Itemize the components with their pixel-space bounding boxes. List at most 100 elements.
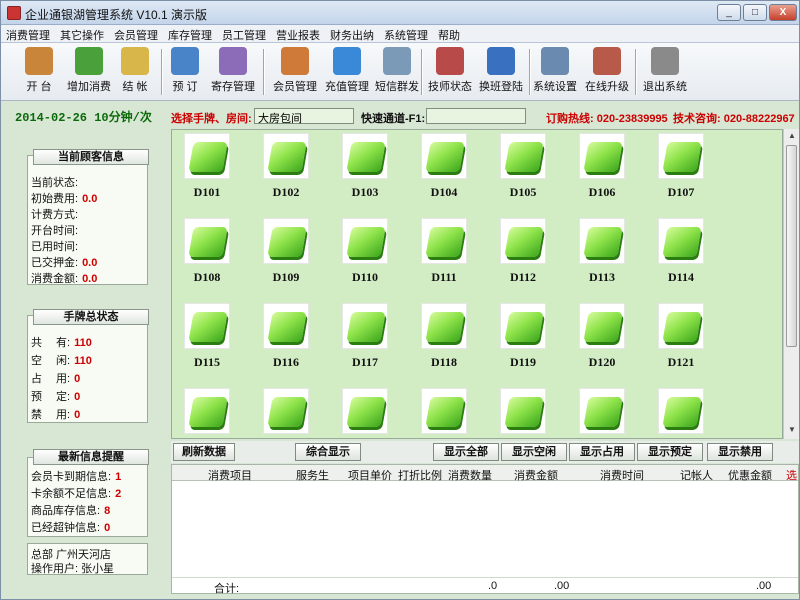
status-row-item: 共 有: 110 xyxy=(31,337,92,349)
toolbar-separator xyxy=(421,49,423,95)
room-icon xyxy=(421,388,467,434)
reminder-row[interactable]: 会员卡到期信息: 1 xyxy=(31,468,121,484)
room-tile[interactable]: D115 xyxy=(182,303,232,370)
scroll-thumb[interactable] xyxy=(786,145,797,347)
minimize-button[interactable]: _ xyxy=(717,4,741,21)
room-tile[interactable] xyxy=(577,388,627,438)
room-tile[interactable]: D108 xyxy=(182,218,232,285)
col-time[interactable]: 消费时间 xyxy=(600,467,644,483)
room-icon xyxy=(500,388,546,434)
menu-reports[interactable]: 营业报表 xyxy=(271,25,325,45)
room-tile[interactable]: D116 xyxy=(261,303,311,370)
room-tile[interactable]: D114 xyxy=(656,218,706,285)
room-tile[interactable]: D118 xyxy=(419,303,469,370)
room-tile[interactable]: D102 xyxy=(261,133,311,200)
show-reserved-button[interactable]: 显示预定 xyxy=(637,443,703,461)
room-tile[interactable]: D111 xyxy=(419,218,469,285)
room-label: D113 xyxy=(588,270,615,284)
col-unit-price[interactable]: 项目单价 xyxy=(348,467,392,483)
menu-help[interactable]: 帮助 xyxy=(433,25,465,45)
checkout-button[interactable]: 结 帐 xyxy=(113,47,157,97)
room-tile[interactable]: D109 xyxy=(261,218,311,285)
room-tile[interactable]: D107 xyxy=(656,133,706,200)
exit-system-button[interactable]: 退出系统 xyxy=(641,47,689,97)
room-icon xyxy=(421,133,467,179)
technician-status-button[interactable]: 技师状态 xyxy=(425,47,475,97)
room-tile[interactable] xyxy=(656,388,706,438)
col-select[interactable]: 选 xyxy=(786,467,797,483)
room-tile[interactable] xyxy=(340,388,390,438)
room-icon xyxy=(658,303,704,349)
menu-finance[interactable]: 财务出纳 xyxy=(325,25,379,45)
menu-consumption[interactable]: 消费管理 xyxy=(1,25,55,45)
menu-other[interactable]: 其它操作 xyxy=(55,25,109,45)
room-tile[interactable]: D121 xyxy=(656,303,706,370)
room-gem-icon xyxy=(583,397,623,427)
shift-login-button[interactable]: 换班登陆 xyxy=(475,47,527,97)
recharge-button[interactable]: 充值管理 xyxy=(319,47,375,97)
menu-system[interactable]: 系统管理 xyxy=(379,25,433,45)
col-discount[interactable]: 打折比例 xyxy=(398,467,442,483)
store-info-box: 总部 广州天河店 操作用户: 张小星 xyxy=(27,543,148,575)
refresh-data-button[interactable]: 刷新数据 xyxy=(173,443,235,461)
sms-broadcast-button[interactable]: 短信群发 xyxy=(371,47,423,97)
room-tile[interactable] xyxy=(419,388,469,438)
handcard-status-box: 共 有: 110 空 闲: 110 占 用: 0 预 定: 0 禁 用: 0 xyxy=(27,315,148,423)
scroll-down-icon[interactable]: ▼ xyxy=(787,425,797,435)
room-label: D106 xyxy=(588,185,616,199)
close-button[interactable]: X xyxy=(769,4,797,21)
scroll-up-icon[interactable]: ▲ xyxy=(787,131,797,141)
show-used-button[interactable]: 显示占用 xyxy=(569,443,635,461)
menu-members[interactable]: 会员管理 xyxy=(109,25,163,45)
online-upgrade-button[interactable]: 在线升级 xyxy=(583,47,631,97)
col-item[interactable]: 消费项目 xyxy=(208,467,252,483)
room-select-field[interactable]: 大房包间 xyxy=(254,108,354,125)
room-tile[interactable] xyxy=(261,388,311,438)
room-tile[interactable]: D112 xyxy=(498,218,548,285)
room-tile[interactable]: D117 xyxy=(340,303,390,370)
room-tile[interactable]: D103 xyxy=(340,133,390,200)
col-quantity[interactable]: 消费数量 xyxy=(448,467,492,483)
add-consumption-button[interactable]: 增加消费 xyxy=(65,47,113,97)
reminder-row[interactable]: 商品库存信息: 8 xyxy=(31,502,110,518)
show-all-button[interactable]: 显示全部 xyxy=(433,443,499,461)
room-tile[interactable]: D105 xyxy=(498,133,548,200)
open-table-button[interactable]: 开 台 xyxy=(15,47,63,97)
room-icon xyxy=(658,133,704,179)
room-tile[interactable]: D110 xyxy=(340,218,390,285)
show-free-button[interactable]: 显示空闲 xyxy=(501,443,567,461)
book-icon xyxy=(171,47,199,75)
reminder-row[interactable]: 卡余额不足信息: 2 xyxy=(31,485,121,501)
room-tile[interactable] xyxy=(498,388,548,438)
room-label: D119 xyxy=(509,355,536,369)
menu-staff[interactable]: 员工管理 xyxy=(217,25,271,45)
system-settings-button[interactable]: 系统设置 xyxy=(531,47,579,97)
col-amount[interactable]: 消费金额 xyxy=(514,467,558,483)
room-tile[interactable] xyxy=(182,388,232,438)
title-bar: 企业通银湖管理系统 V10.1 演示版 _ □ X xyxy=(1,1,799,25)
storage-button[interactable]: 寄存管理 xyxy=(207,47,259,97)
room-tile[interactable]: D101 xyxy=(182,133,232,200)
reminder-row[interactable]: 已经超钟信息: 0 xyxy=(31,519,110,535)
room-gem-icon xyxy=(662,142,702,172)
room-label: D121 xyxy=(667,355,695,369)
menu-inventory[interactable]: 库存管理 xyxy=(163,25,217,45)
col-waiter[interactable]: 服务生 xyxy=(296,467,329,483)
room-icon xyxy=(184,218,230,264)
room-label: D117 xyxy=(351,355,378,369)
maximize-button[interactable]: □ xyxy=(743,4,767,21)
room-tile[interactable]: D113 xyxy=(577,218,627,285)
quick-channel-input[interactable] xyxy=(426,108,526,124)
show-disabled-button[interactable]: 显示禁用 xyxy=(707,443,773,461)
room-tile[interactable]: D106 xyxy=(577,133,627,200)
reserve-button[interactable]: 预 订 xyxy=(167,47,203,97)
room-tile[interactable]: D104 xyxy=(419,133,469,200)
col-recorder[interactable]: 记帐人 xyxy=(680,467,713,483)
room-tile[interactable]: D120 xyxy=(577,303,627,370)
room-tile[interactable]: D119 xyxy=(498,303,548,370)
col-discount-amount[interactable]: 优惠金额 xyxy=(728,467,772,483)
summary-display-button[interactable]: 综合显示 xyxy=(295,443,361,461)
member-management-button[interactable]: 会员管理 xyxy=(267,47,323,97)
room-grid-scrollbar[interactable]: ▲ ▼ xyxy=(783,129,799,439)
info-row: 已用时间: xyxy=(31,241,79,253)
